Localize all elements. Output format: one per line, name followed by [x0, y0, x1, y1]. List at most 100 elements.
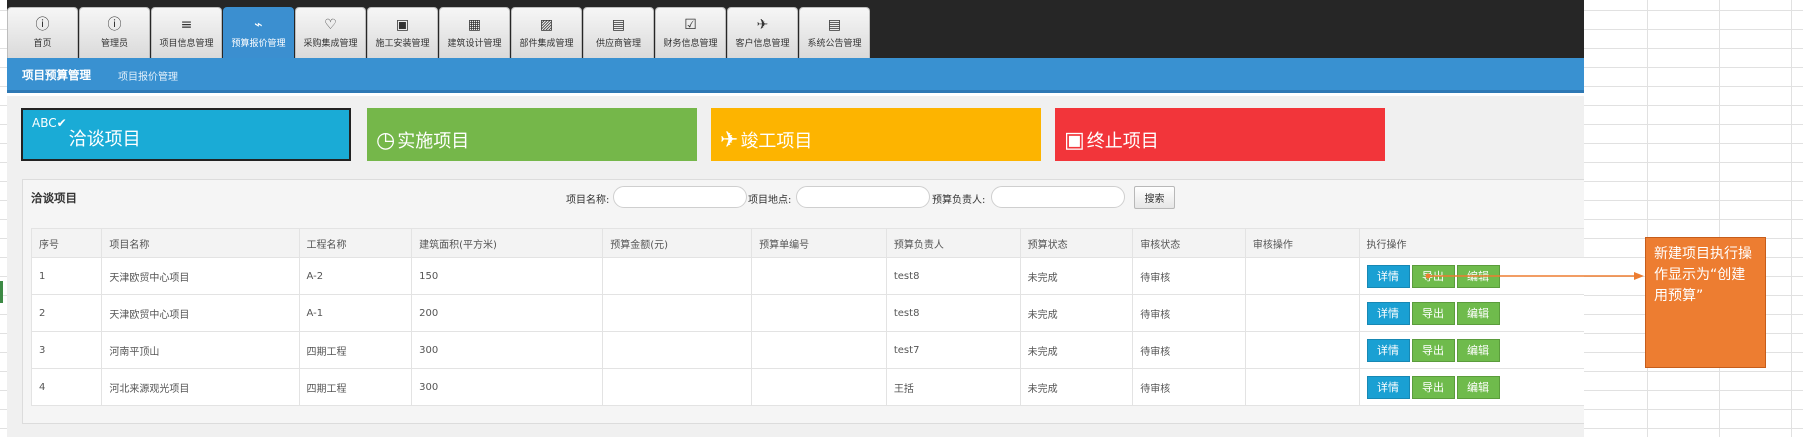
cell-owner: 王括: [885, 368, 1021, 406]
project-panel: 洽谈项目 项目名称: 项目地点: 预算负责人: 搜索 序号 项目名称 工程名称 …: [22, 179, 1584, 424]
cell-project: A-1: [298, 294, 413, 332]
tab-procurement[interactable]: ♡ 采购集成管理: [295, 7, 366, 58]
tab-label: 施工安装管理: [375, 39, 430, 49]
cell-status: 未完成: [1019, 294, 1134, 332]
project-name-input[interactable]: [613, 186, 747, 208]
col-no: 序号: [30, 228, 103, 258]
breadcrumb-sub[interactable]: 项目报价管理: [118, 68, 178, 83]
check-icon: ☑: [684, 17, 697, 33]
cell-actions: 详情 导出 编辑: [1358, 257, 1584, 295]
card-terminated[interactable]: ▣ 终止项目: [1055, 108, 1385, 161]
cell-amount: [602, 294, 753, 332]
tab-home[interactable]: ⓘ 首页: [7, 7, 78, 58]
table-row: 3 河南平顶山 四期工程 300 test7 未完成 待审核 详情 导出 编辑: [30, 331, 1584, 369]
tab-label: 首页: [33, 39, 52, 49]
cell-project: 四期工程: [298, 331, 413, 369]
cell-name: 天津欧贸中心项目: [101, 294, 300, 332]
col-audit-op: 审核操作: [1244, 228, 1360, 258]
cell-no: 1: [30, 257, 103, 295]
top-bar: ⓘ 首页 ⓘ 管理员 ≡ 项目信息管理 ⌁ 预算报价管理 ♡ 采购集成管理 ▣ 施工安装管理…: [7, 0, 1584, 58]
cell-audit-op: [1244, 257, 1360, 295]
detail-button[interactable]: 详情: [1366, 264, 1410, 288]
annotation-note: 新建项目执行操作显示为“创建用预算”: [1645, 237, 1766, 368]
cell-code: [751, 294, 887, 332]
project-location-input[interactable]: [796, 186, 930, 208]
tab-budget-quote[interactable]: ⌁ 预算报价管理: [223, 7, 294, 58]
detail-button[interactable]: 详情: [1366, 338, 1410, 362]
cell-audit-op: [1244, 331, 1360, 369]
edit-button[interactable]: 编辑: [1456, 264, 1500, 288]
card-completed[interactable]: ✈ 竣工项目: [711, 108, 1041, 161]
cell-no: 3: [30, 331, 103, 369]
export-button[interactable]: 导出: [1411, 375, 1455, 399]
info-icon: ⓘ: [35, 17, 50, 33]
project-name-label: 项目名称:: [566, 195, 610, 206]
tab-label: 项目信息管理: [159, 39, 214, 49]
edit-button[interactable]: 编辑: [1456, 375, 1500, 399]
card-negotiation[interactable]: ABC✔ 洽谈项目: [21, 108, 351, 161]
tab-customers[interactable]: ✈ 客户信息管理: [727, 7, 798, 58]
briefcase-icon: ▣: [1064, 128, 1085, 153]
calendar-icon: ▤: [827, 17, 842, 33]
detail-button[interactable]: 详情: [1366, 301, 1410, 325]
tab-label: 采购集成管理: [303, 39, 358, 49]
col-status: 预算状态: [1019, 228, 1134, 258]
tab-label: 管理员: [100, 39, 128, 49]
tab-label: 建筑设计管理: [447, 39, 502, 49]
edit-button[interactable]: 编辑: [1456, 338, 1500, 362]
tab-architecture[interactable]: ▦ 建筑设计管理: [439, 7, 510, 58]
heart-icon: ♡: [324, 17, 337, 33]
cell-project: 四期工程: [298, 368, 413, 406]
image-icon: ▨: [539, 17, 554, 33]
app-window: ⓘ 首页 ⓘ 管理员 ≡ 项目信息管理 ⌁ 预算报价管理 ♡ 采购集成管理 ▣ 施工安装管理…: [7, 0, 1584, 437]
project-location-label: 项目地点:: [748, 195, 792, 206]
cell-name: 天津欧贸中心项目: [101, 257, 300, 295]
main-tabs: ⓘ 首页 ⓘ 管理员 ≡ 项目信息管理 ⌁ 预算报价管理 ♡ 采购集成管理 ▣ 施工安装管理…: [7, 7, 871, 58]
cell-status: 未完成: [1019, 368, 1134, 406]
card-in-progress[interactable]: ◷ 实施项目: [367, 108, 697, 161]
export-button[interactable]: 导出: [1411, 301, 1455, 325]
tab-construction[interactable]: ▣ 施工安装管理: [367, 7, 438, 58]
cell-audit: 待审核: [1132, 331, 1246, 369]
budget-owner-input[interactable]: [991, 186, 1125, 208]
cell-code: [751, 368, 887, 406]
clock-icon: ◷: [376, 128, 396, 153]
tab-suppliers[interactable]: ▤ 供应商管理: [583, 7, 654, 58]
cell-actions: 详情 导出 编辑: [1358, 294, 1584, 332]
cell-audit-op: [1244, 368, 1360, 406]
budget-owner-label: 预算负责人:: [932, 195, 986, 206]
tab-label: 财务信息管理: [663, 39, 718, 49]
cell-no: 2: [30, 294, 103, 332]
cell-owner: test8: [885, 257, 1021, 295]
col-amount: 预算金额(元): [602, 228, 753, 258]
export-button[interactable]: 导出: [1411, 264, 1455, 288]
cell-audit: 待审核: [1132, 368, 1246, 406]
tab-finance[interactable]: ☑ 财务信息管理: [655, 7, 726, 58]
tab-label: 部件集成管理: [519, 39, 574, 49]
card-label: 竣工项目: [740, 131, 813, 152]
card-label: 洽谈项目: [68, 129, 141, 150]
cell-code: [751, 257, 887, 295]
cell-amount: [602, 257, 753, 295]
cell-audit-op: [1244, 294, 1360, 332]
cell-name: 河南平顶山: [101, 331, 300, 369]
breadcrumb-title[interactable]: 项目预算管理: [22, 67, 91, 83]
col-area: 建筑面积(平方米): [411, 228, 604, 258]
tab-components[interactable]: ▨ 部件集成管理: [511, 7, 582, 58]
cell-no: 4: [30, 368, 103, 406]
breadcrumb: 项目预算管理 项目报价管理: [7, 58, 1584, 93]
cell-actions: 详情 导出 编辑: [1358, 331, 1584, 369]
edit-button[interactable]: 编辑: [1456, 301, 1500, 325]
export-button[interactable]: 导出: [1411, 338, 1455, 362]
tab-announcements[interactable]: ▤ 系统公告管理: [799, 7, 870, 58]
sheet-marker: [0, 281, 3, 303]
table-row: 4 河北来源观光项目 四期工程 300 王括 未完成 待审核 详情 导出 编辑: [30, 368, 1584, 406]
tab-label: 客户信息管理: [735, 39, 790, 49]
cell-status: 未完成: [1019, 331, 1134, 369]
tab-project-info[interactable]: ≡ 项目信息管理: [151, 7, 222, 58]
detail-button[interactable]: 详情: [1366, 375, 1410, 399]
search-button[interactable]: 搜索: [1134, 186, 1175, 209]
col-name: 项目名称: [101, 228, 300, 258]
tab-admin[interactable]: ⓘ 管理员: [79, 7, 150, 58]
abc-check-icon: ABC✔: [32, 116, 67, 130]
